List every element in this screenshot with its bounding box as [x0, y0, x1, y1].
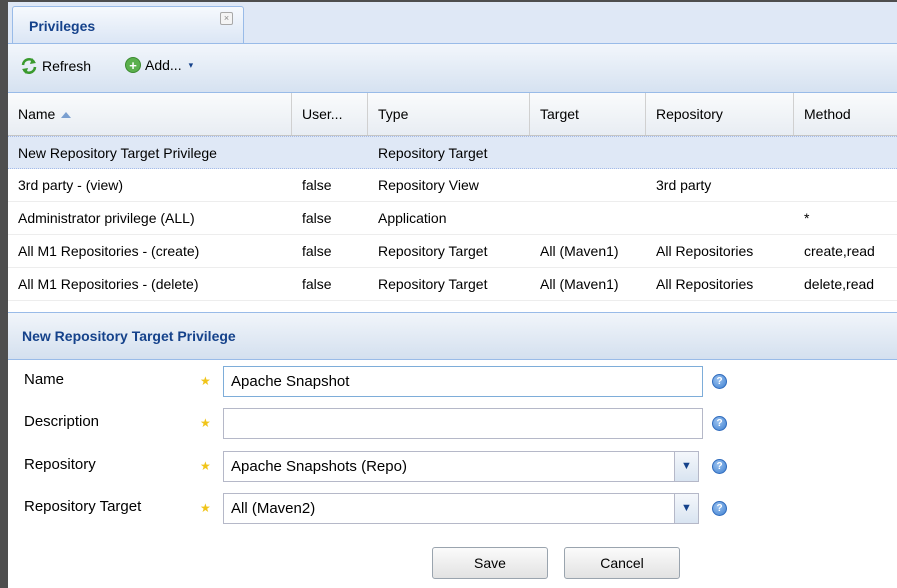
cell-user: false — [302, 243, 332, 259]
column-header-target[interactable]: Target — [530, 93, 646, 135]
help-icon[interactable]: ? — [712, 501, 727, 516]
required-star-icon: ★ — [200, 459, 211, 473]
cell-name: All M1 Repositories - (create) — [18, 243, 200, 259]
repository-target-select[interactable]: All (Maven2) — [223, 493, 675, 524]
cell-type: Repository Target — [378, 276, 488, 292]
cell-repository — [646, 202, 794, 234]
column-header-method[interactable]: Method — [794, 93, 897, 135]
cell-method: * — [804, 210, 810, 226]
cell-type: Repository View — [378, 177, 479, 193]
refresh-icon — [21, 58, 37, 74]
toolbar: Refresh + Add... ▾ — [8, 44, 897, 93]
cell-target: All (Maven1) — [540, 276, 619, 292]
chevron-down-icon: ▾ — [188, 59, 194, 70]
privileges-grid: Name User... Type Target Repository Meth… — [8, 93, 897, 301]
tab-title: Privileges — [29, 18, 96, 34]
name-label: Name — [24, 371, 65, 388]
add-button[interactable]: + Add... ▾ — [125, 57, 193, 73]
column-header-user[interactable]: User... — [292, 93, 368, 135]
cell-name: New Repository Target Privilege — [18, 145, 217, 161]
cancel-button[interactable]: Cancel — [564, 547, 680, 579]
cell-user — [292, 137, 368, 169]
close-icon[interactable]: × — [220, 12, 233, 25]
required-star-icon: ★ — [200, 416, 211, 430]
tab-strip: Privileges × — [8, 2, 897, 44]
grid-header: Name User... Type Target Repository Meth… — [8, 93, 897, 136]
description-label: Description — [24, 413, 100, 430]
column-header-repository[interactable]: Repository — [646, 93, 794, 135]
cell-target — [530, 137, 646, 169]
name-field[interactable]: Apache Snapshot — [223, 366, 703, 397]
table-row[interactable]: Administrator privilege (ALL) false Appl… — [8, 202, 897, 235]
add-icon: + — [125, 57, 141, 73]
cell-name: Administrator privilege (ALL) — [18, 210, 195, 226]
save-button[interactable]: Save — [432, 547, 548, 579]
required-star-icon: ★ — [200, 501, 211, 515]
column-header-type[interactable]: Type — [368, 93, 530, 135]
cell-type: Repository Target — [378, 243, 488, 259]
cell-target: All (Maven1) — [540, 243, 619, 259]
refresh-label: Refresh — [42, 58, 92, 74]
column-header-name[interactable]: Name — [8, 93, 292, 135]
table-row[interactable]: 3rd party - (view) false Repository View… — [8, 169, 897, 202]
table-row[interactable]: All M1 Repositories - (delete) false Rep… — [8, 268, 897, 301]
help-icon[interactable]: ? — [712, 459, 727, 474]
help-icon[interactable]: ? — [712, 374, 727, 389]
cell-target — [530, 202, 646, 234]
column-header-label: Name — [18, 106, 56, 122]
chevron-down-icon[interactable]: ▼ — [675, 493, 699, 524]
cell-method — [794, 169, 897, 201]
cell-repository: 3rd party — [656, 177, 712, 193]
tab-privileges[interactable]: Privileges × — [12, 6, 244, 43]
cell-repository: All Repositories — [656, 276, 754, 292]
cell-method — [794, 137, 897, 169]
chevron-down-icon[interactable]: ▼ — [675, 451, 699, 482]
refresh-button[interactable]: Refresh — [20, 57, 91, 75]
table-row[interactable]: All M1 Repositories - (create) false Rep… — [8, 235, 897, 268]
cell-name: All M1 Repositories - (delete) — [18, 276, 199, 292]
sort-ascending-icon — [61, 112, 72, 118]
form-panel-header: New Repository Target Privilege — [8, 312, 897, 360]
repository-target-label: Repository Target — [24, 498, 142, 515]
cell-repository — [646, 137, 794, 169]
cell-user: false — [302, 210, 332, 226]
required-star-icon: ★ — [200, 374, 211, 388]
cell-repository: All Repositories — [656, 243, 754, 259]
cell-target — [530, 169, 646, 201]
cell-name: 3rd party - (view) — [18, 177, 124, 193]
form-title: New Repository Target Privilege — [22, 328, 236, 344]
cell-type: Application — [378, 210, 447, 226]
cell-user: false — [302, 276, 332, 292]
repository-label: Repository — [24, 456, 96, 473]
description-field[interactable] — [223, 408, 703, 439]
cell-method: create,read — [804, 243, 875, 259]
cell-type: Repository Target — [378, 145, 488, 161]
help-icon[interactable]: ? — [712, 416, 727, 431]
repository-select[interactable]: Apache Snapshots (Repo) — [223, 451, 675, 482]
add-label: Add... — [145, 57, 182, 73]
cell-method: delete,read — [804, 276, 875, 292]
table-row[interactable]: New Repository Target Privilege Reposito… — [8, 136, 897, 169]
cell-user: false — [302, 177, 332, 193]
